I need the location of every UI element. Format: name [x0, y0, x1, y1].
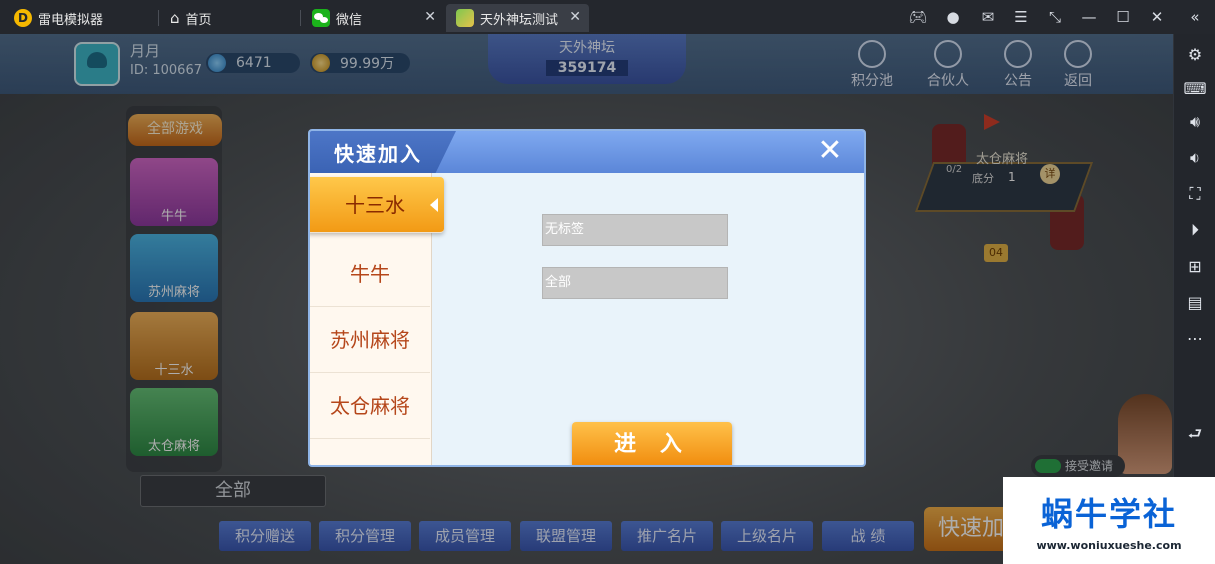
home-icon: ⌂: [170, 9, 180, 27]
tag-filter-button[interactable]: 无标签: [542, 214, 728, 246]
watermark-url: www.woniuxueshe.com: [1036, 539, 1182, 552]
keyboard-icon[interactable]: ⌨: [1183, 76, 1207, 100]
volume-up-icon[interactable]: 🔊︎: [1183, 110, 1207, 134]
settings-gear-icon[interactable]: ⚙: [1183, 42, 1207, 66]
apk-install-icon[interactable]: ▤: [1183, 290, 1207, 314]
gamepad-icon[interactable]: 🎮︎: [907, 7, 929, 27]
fullscreen-icon[interactable]: ⛶: [1183, 182, 1207, 206]
game-type-item-taicang[interactable]: 太仓麻将: [310, 373, 430, 439]
scope-filter-button[interactable]: 全部: [542, 267, 728, 299]
wechat-icon: [312, 9, 330, 27]
emulator-window: D 雷电模拟器 ⌂ 首页 微信 ✕ 天外神坛测试 ✕ 🎮︎ ● ✉ ☰ ⤡ — …: [0, 0, 1215, 564]
tab-home[interactable]: ⌂ 首页: [160, 4, 298, 32]
menu-icon[interactable]: ☰: [1010, 7, 1032, 27]
tab-emulator[interactable]: D 雷电模拟器: [4, 4, 154, 32]
collapse-sidebar-icon[interactable]: «: [1184, 7, 1206, 27]
quick-join-dialog: 快速加入 ✕ 牛牛 苏州麻将 太仓麻将 十三水 无标签 全部 进 入: [308, 129, 866, 467]
close-tab-icon[interactable]: ✕: [569, 9, 581, 25]
tab-game[interactable]: 天外神坛测试 ✕: [446, 4, 589, 32]
watermark: 蜗牛学社 www.woniuxueshe.com: [1003, 477, 1215, 564]
tab-label: 微信: [336, 12, 363, 28]
game-type-item-niuniu[interactable]: 牛牛: [310, 241, 430, 307]
back-icon[interactable]: ⮐: [1183, 424, 1207, 448]
mail-icon[interactable]: ✉: [977, 7, 999, 27]
game-type-item-suzhou[interactable]: 苏州麻将: [310, 307, 430, 373]
title-bar: D 雷电模拟器 ⌂ 首页 微信 ✕ 天外神坛测试 ✕ 🎮︎ ● ✉ ☰ ⤡ — …: [0, 0, 1215, 34]
shrink-icon[interactable]: ⤡: [1044, 7, 1066, 27]
tab-wechat[interactable]: 微信 ✕: [302, 4, 444, 32]
game-type-item-thirteen[interactable]: 十三水: [310, 177, 444, 233]
minimize-icon[interactable]: —: [1078, 7, 1100, 27]
record-icon[interactable]: ⏵: [1183, 218, 1207, 242]
close-window-icon[interactable]: ✕: [1146, 7, 1168, 27]
dialog-header: 快速加入 ✕: [310, 131, 864, 173]
account-icon[interactable]: ●: [942, 7, 964, 27]
dialog-title: 快速加入: [334, 142, 422, 166]
tab-divider: [300, 10, 301, 26]
emulator-logo-icon: D: [14, 9, 32, 27]
watermark-title: 蜗牛学社: [1040, 495, 1177, 533]
tab-label: 首页: [185, 12, 212, 28]
game-app-icon: [456, 9, 474, 27]
add-app-icon[interactable]: ⊞: [1183, 254, 1207, 278]
tab-divider: [158, 10, 159, 26]
game-type-list: 牛牛 苏州麻将 太仓麻将 十三水: [310, 173, 444, 465]
game-type-item-empty: [310, 439, 430, 465]
close-icon[interactable]: ✕: [816, 136, 844, 166]
game-screen: 月月 ID: 100667 6471 99.99万 天外神坛 359174 积分…: [0, 34, 1173, 564]
more-options-icon[interactable]: ⋯: [1183, 326, 1207, 350]
enter-button[interactable]: 进 入: [572, 422, 732, 465]
close-tab-icon[interactable]: ✕: [424, 9, 436, 25]
maximize-icon[interactable]: ☐: [1112, 7, 1134, 27]
tab-label: 天外神坛测试: [480, 12, 559, 28]
tab-label: 雷电模拟器: [38, 12, 104, 28]
volume-down-icon[interactable]: 🔉︎: [1183, 146, 1207, 170]
